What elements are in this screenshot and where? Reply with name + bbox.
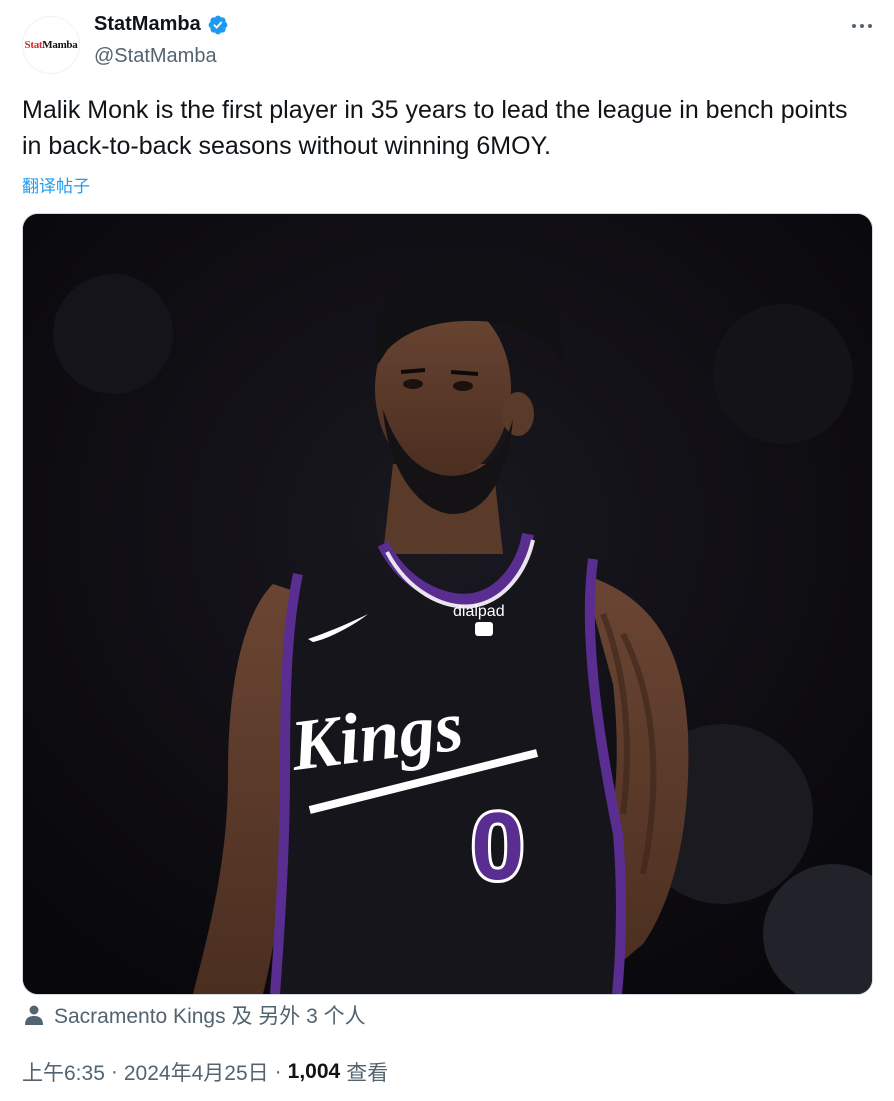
author-handle[interactable]: @StatMamba xyxy=(94,45,217,68)
more-options-icon[interactable] xyxy=(852,14,872,38)
tweet-meta: 上午6:35 · 2024年4月25日 · 1,004 查看 xyxy=(22,1057,388,1087)
translate-link[interactable]: 翻译帖子 xyxy=(22,172,90,197)
verified-badge-icon xyxy=(208,15,228,34)
player-photo: dialpad Kings 0 xyxy=(23,214,872,994)
author-name-row: StatMamba xyxy=(94,13,229,36)
avatar-logo: StatMamba xyxy=(24,39,78,51)
views-count: 1,004 xyxy=(287,1060,341,1083)
tweet-text: Malik Monk is the first player in 35 yea… xyxy=(22,96,848,160)
views-label: 查看 xyxy=(346,1062,389,1085)
tagged-people-label: Sacramento Kings 及 另外 3 个人 xyxy=(54,1005,366,1028)
tweet-media-photo[interactable]: dialpad Kings 0 xyxy=(22,213,873,995)
author-display-name[interactable]: StatMamba xyxy=(94,13,201,36)
person-icon xyxy=(25,1005,43,1025)
jersey-sponsor: dialpad xyxy=(453,603,505,620)
tagged-people[interactable]: Sacramento Kings 及 另外 3 个人 xyxy=(22,1000,366,1030)
meta-separator: · xyxy=(274,1060,282,1083)
tweet-date[interactable]: 2024年4月25日 xyxy=(124,1057,269,1087)
meta-separator: · xyxy=(110,1060,118,1083)
jersey-number: 0 xyxy=(471,793,524,900)
avatar[interactable]: StatMamba xyxy=(22,16,80,74)
tweet-time[interactable]: 上午6:35 xyxy=(22,1057,105,1087)
